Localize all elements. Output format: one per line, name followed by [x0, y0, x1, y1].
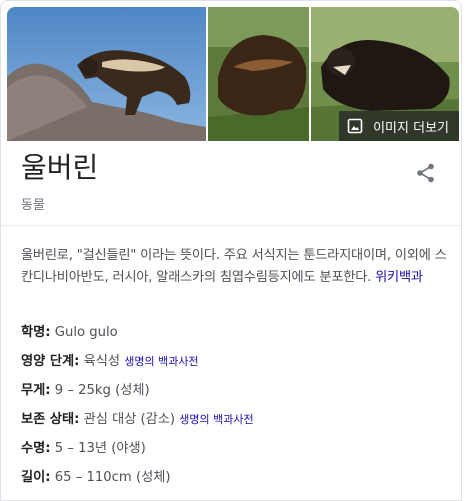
fact-row-trophic-level: 영양 단계: 육식성 생명의 백과사전: [21, 354, 199, 369]
fact-row-weight: 무게: 9 – 25kg (성체): [21, 383, 150, 398]
fact-label: 길이: [21, 470, 46, 485]
facts-list: 학명: Gulo gulo 영양 단계: 육식성 생명의 백과사전 무게: 9 …: [21, 321, 451, 495]
entity-title: 울버린: [21, 151, 99, 184]
fact-row-length: 길이: 65 – 110cm (성체): [21, 470, 171, 485]
knowledge-panel: 이미지 더보기 울버린 동물 울버린로, "걸신들린" 이라는 뜻이다. 주요 …: [0, 0, 462, 501]
fact-value: 5 – 13년 (야생): [54, 441, 146, 456]
fact-source-link[interactable]: 생명의 백과사전: [179, 413, 253, 426]
fact-row-lifespan: 수명: 5 – 13년 (야생): [21, 441, 146, 456]
fact-value: 관심 대상 (감소): [83, 412, 176, 427]
fact-row-conservation-status: 보존 상태: 관심 대상 (감소) 생명의 백과사전: [21, 412, 254, 427]
wikipedia-link[interactable]: 위키백과: [375, 270, 423, 285]
wolverine-photo-snarl[interactable]: 이미지 더보기: [311, 7, 459, 141]
share-icon: [417, 163, 434, 183]
image-icon: [347, 118, 363, 134]
more-images-label: 이미지 더보기: [373, 120, 449, 136]
fact-value: 65 – 110cm (성체): [54, 470, 171, 485]
entity-subtitle: 동물: [21, 198, 45, 213]
share-button[interactable]: [415, 162, 437, 184]
divider: [1, 225, 461, 226]
fact-label: 수명: [21, 441, 46, 456]
fact-source-link[interactable]: 생명의 백과사전: [124, 355, 198, 368]
wolverine-photo-grass[interactable]: [208, 7, 309, 141]
more-images-button[interactable]: 이미지 더보기: [339, 111, 459, 141]
fact-value: Gulo gulo: [54, 325, 118, 340]
fact-label: 학명: [21, 325, 46, 340]
description: 울버린로, "걸신들린" 이라는 뜻이다. 주요 서식지는 툰드라지대이며, 이…: [21, 245, 451, 289]
wolverine-photo-rock[interactable]: [7, 7, 206, 141]
fact-label: 보존 상태: [21, 412, 75, 427]
fact-row-scientific-name: 학명: Gulo gulo: [21, 325, 118, 340]
fact-label: 영양 단계: [21, 354, 75, 369]
fact-value: 9 – 25kg (성체): [54, 383, 150, 398]
fact-value: 육식성: [83, 354, 121, 369]
image-strip: 이미지 더보기: [7, 7, 459, 141]
fact-label: 무게: [21, 383, 46, 398]
